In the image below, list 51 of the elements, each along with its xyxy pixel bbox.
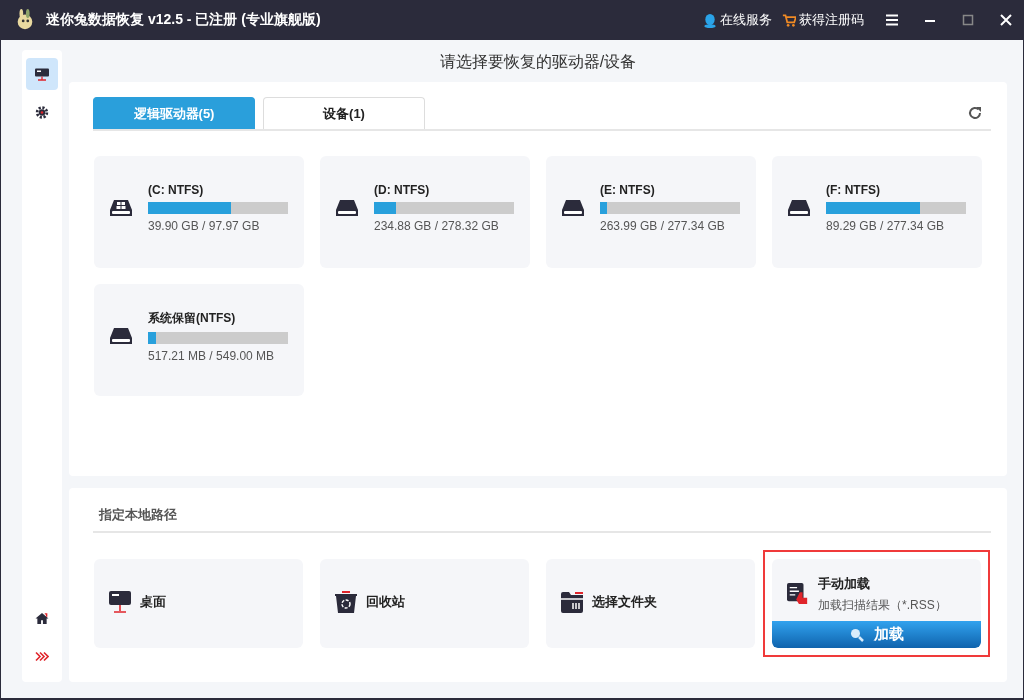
location-label: 选择文件夹 — [592, 592, 657, 611]
drive-size: 89.29 GB / 277.34 GB — [826, 219, 946, 233]
folder-icon — [561, 590, 583, 613]
title-link[interactable]: 在线服务 — [703, 11, 772, 29]
tab[interactable]: 设备(1) — [263, 97, 425, 129]
refresh-icon[interactable] — [967, 105, 983, 121]
settings-icon — [35, 105, 49, 119]
double-chevron-icon[interactable] — [35, 649, 49, 663]
home-icon[interactable] — [35, 611, 49, 625]
location-subtitle: 加载扫描结果（*.RSS） — [818, 596, 947, 614]
drive-size: 517.21 MB / 549.00 MB — [148, 348, 276, 363]
drive-card[interactable]: 系统保留(NTFS) 517.21 MB / 549.00 MB — [94, 284, 304, 396]
location-card[interactable]: 手动加载 加载扫描结果（*.RSS） 加载 — [772, 559, 981, 648]
load-button[interactable]: 加载 — [772, 621, 981, 648]
drive-icon — [562, 199, 584, 217]
drive-card[interactable]: (C: NTFS) 39.90 GB / 97.97 GB — [94, 156, 304, 268]
section-title: 指定本地路径 — [93, 488, 991, 533]
drive-card[interactable]: (E: NTFS) 263.99 GB / 277.34 GB — [546, 156, 756, 268]
search-icon — [849, 627, 864, 642]
location-label: 手动加载 — [818, 574, 871, 593]
drive-card[interactable]: (D: NTFS) 234.88 GB / 278.32 GB — [320, 156, 530, 268]
monitor-icon — [109, 590, 131, 613]
drive-icon — [788, 199, 810, 217]
drive-size: 234.88 GB / 278.32 GB — [374, 219, 500, 233]
location-card[interactable]: 回收站 — [320, 559, 529, 648]
windows-drive-icon — [110, 199, 132, 217]
menu-icon[interactable] — [886, 14, 898, 26]
sidebar-item[interactable] — [26, 58, 58, 90]
cart-icon — [782, 12, 796, 28]
page-heading: 请选择要恢复的驱动器/设备 — [438, 52, 638, 72]
title-link[interactable]: 获得注册码 — [782, 11, 864, 29]
drive-size: 39.90 GB / 97.97 GB — [148, 219, 261, 233]
location-label: 桌面 — [140, 592, 166, 611]
drive-icon — [110, 327, 132, 345]
location-label: 回收站 — [366, 592, 405, 611]
window-title: 迷你兔数据恢复 v12.5 - 已注册 (专业旗舰版) — [46, 11, 321, 29]
document-hand-icon — [787, 583, 809, 605]
drive-size: 263.99 GB / 277.34 GB — [600, 219, 726, 233]
drive-name: 系统保留(NTFS) — [148, 309, 237, 327]
monitor-icon — [35, 67, 49, 81]
drive-name: (F: NTFS) — [826, 183, 881, 197]
location-card[interactable]: 选择文件夹 — [546, 559, 755, 648]
drive-name: (E: NTFS) — [600, 183, 656, 197]
drive-icon — [336, 199, 358, 217]
drive-card[interactable]: (F: NTFS) 89.29 GB / 277.34 GB — [772, 156, 982, 268]
drive-name: (D: NTFS) — [374, 183, 431, 197]
drive-name: (C: NTFS) — [148, 183, 205, 197]
maximize-icon[interactable] — [962, 14, 974, 26]
location-card[interactable]: 桌面 — [94, 559, 303, 648]
close-icon[interactable] — [1000, 14, 1012, 26]
recycle-bin-icon — [335, 590, 357, 613]
